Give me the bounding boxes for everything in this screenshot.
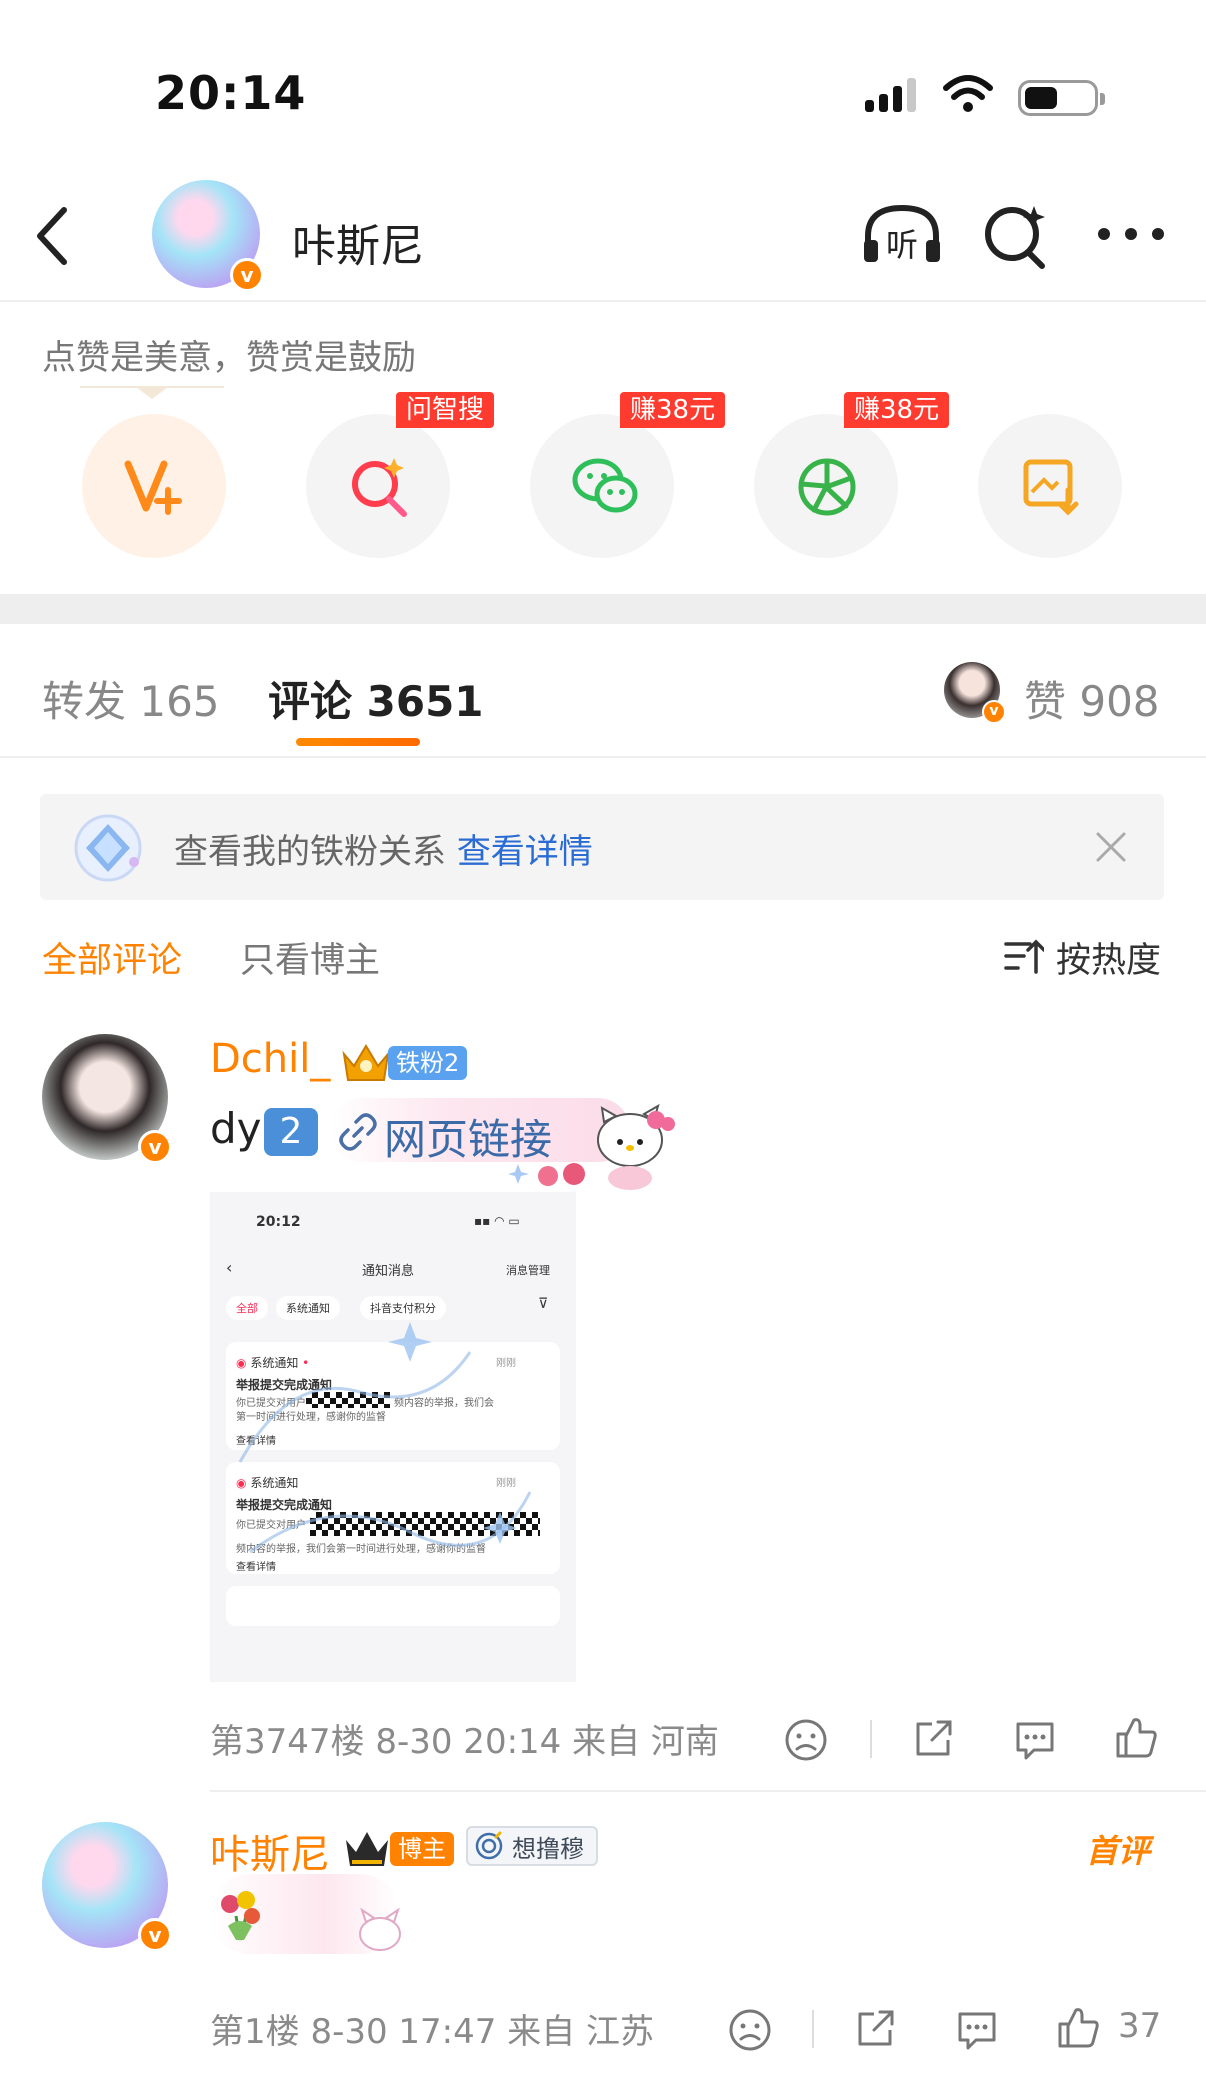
search-gradient-icon <box>352 458 407 517</box>
comment-meta: 第3747楼 8-30 20:14 来自 河南 <box>210 1722 719 1762</box>
wifi-icon <box>943 75 993 112</box>
moments-aperture-icon <box>798 458 856 516</box>
comment-divider <box>210 1790 1206 1792</box>
verified-v-icon: v <box>138 1130 172 1164</box>
tab-comments[interactable]: 评论 3651 <box>268 668 484 729</box>
spiral-icon <box>475 1831 503 1860</box>
section-gap <box>0 594 1206 624</box>
verified-v-icon: v <box>138 1918 172 1952</box>
crown-icon <box>346 1832 388 1866</box>
smart-search-share-button[interactable]: 问智搜 <box>306 392 495 558</box>
like-count: 37 <box>1118 2006 1162 2046</box>
more-icon[interactable] <box>1096 224 1166 244</box>
vplus-reward-button[interactable] <box>82 414 226 558</box>
save-image-button[interactable] <box>978 414 1122 558</box>
save-image-icon <box>1023 459 1079 516</box>
reply-icon[interactable] <box>954 2008 1000 2052</box>
like-thumb-icon[interactable] <box>1114 1714 1160 1760</box>
fan-banner-link[interactable]: 查看详情 <box>457 832 593 872</box>
moments-share-button[interactable]: 赚38元 <box>754 392 950 558</box>
first-comment-badge: 首评 <box>1086 1832 1151 1870</box>
header-divider <box>0 300 1206 302</box>
verified-v-icon: v <box>982 700 1006 724</box>
hello-kitty-sticker-icon <box>597 1103 675 1190</box>
share-icon[interactable] <box>852 2006 898 2052</box>
sticker-decor-icon <box>359 1907 401 1951</box>
page-title: 咔斯尼 <box>292 221 424 272</box>
cellular-signal-icon <box>865 78 916 112</box>
wechat-share-button[interactable]: 赚38元 <box>530 392 726 558</box>
fan-banner-label: 查看我的铁粉关系 <box>174 832 446 872</box>
like-thumb-icon[interactable] <box>1056 2004 1102 2050</box>
close-icon[interactable] <box>1094 830 1128 864</box>
verified-v-icon: v <box>230 258 264 292</box>
sort-by-hot[interactable]: 按热度 <box>1056 932 1161 983</box>
iron-fan-banner[interactable]: 查看我的铁粉关系 查看详情 <box>40 794 1164 900</box>
sort-icon[interactable] <box>1004 936 1044 976</box>
liker-avatar: v <box>944 662 1006 724</box>
filter-all-comments[interactable]: 全部评论 <box>42 932 182 983</box>
tabs-divider <box>0 756 1206 758</box>
web-link-text[interactable]: 网页链接 <box>384 1106 552 1167</box>
smart-search-icon[interactable] <box>982 202 1050 270</box>
listen-icon[interactable]: 听 <box>860 202 944 266</box>
fan-banner-text: 查看我的铁粉关系 查看详情 <box>174 824 593 873</box>
link-icon <box>339 1113 377 1151</box>
reward-hint: 点赞是美意，赞赏是鼓励 <box>42 338 416 378</box>
iron-fan-badge: 铁粉2 <box>388 1046 468 1080</box>
moments-badge: 赚38元 <box>844 392 950 428</box>
comment-meta: 第1楼 8-30 17:47 来自 江苏 <box>210 2012 655 2052</box>
fan-diamond-icon <box>74 814 142 882</box>
number-badge-icon: 2 <box>264 1108 318 1156</box>
commenter-name[interactable]: 咔斯尼 <box>210 1822 330 1880</box>
action-separator <box>870 1720 872 1758</box>
action-separator <box>812 2010 814 2048</box>
dislike-face-icon[interactable] <box>728 2008 772 2052</box>
commenter-name[interactable]: Dchil_ <box>210 1036 330 1082</box>
share-icon[interactable] <box>910 1716 956 1762</box>
reward-hint-caret <box>136 387 168 399</box>
comment-image[interactable]: 20:12 ▪▪ ◠ ▭ ‹ 通知消息 消息管理 全部 系统通知 抖音支付积分 … <box>210 1192 576 1682</box>
vplus-icon <box>124 460 182 515</box>
image-watermark <box>238 1322 532 1554</box>
author-badge: 博主 <box>390 1832 454 1866</box>
back-icon[interactable] <box>32 204 72 268</box>
strawberry-decor-icon <box>508 1163 585 1186</box>
wechat-badge: 赚38元 <box>620 392 726 428</box>
author-avatar[interactable]: v <box>152 180 264 292</box>
commenter-avatar[interactable]: v <box>42 1034 172 1164</box>
tab-likes[interactable]: 赞 908 <box>1024 668 1160 729</box>
reply-icon[interactable] <box>1012 1718 1058 1762</box>
filter-author-only[interactable]: 只看博主 <box>240 932 380 983</box>
topic-tag[interactable]: 想撸穆 <box>466 1826 598 1866</box>
topic-tag-label: 想撸穆 <box>512 1834 584 1863</box>
svg-text:听: 听 <box>886 226 918 264</box>
wechat-icon <box>572 458 638 513</box>
crown-icon <box>342 1044 390 1081</box>
status-time: 20:14 <box>155 66 307 120</box>
tab-repost[interactable]: 转发 165 <box>42 668 220 729</box>
active-tab-indicator <box>296 738 420 746</box>
flower-bouquet-icon <box>221 1891 260 1941</box>
commenter-avatar[interactable]: v <box>42 1822 172 1952</box>
comment-text-dy: dy <box>210 1104 262 1153</box>
dislike-face-icon[interactable] <box>784 1718 828 1762</box>
battery-icon <box>1018 80 1105 116</box>
search-badge: 问智搜 <box>396 392 495 428</box>
